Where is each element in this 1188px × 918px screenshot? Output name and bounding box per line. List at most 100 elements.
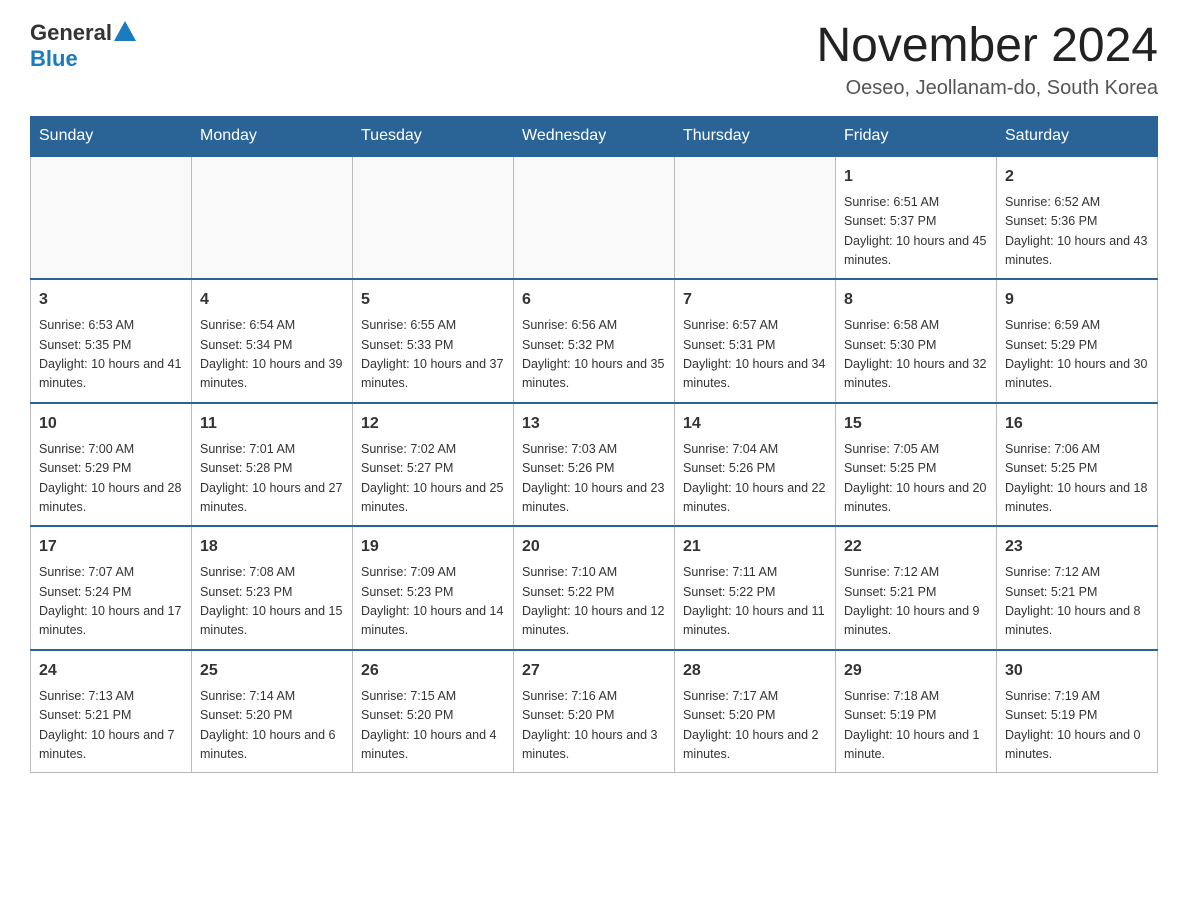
calendar-week-row: 24 Sunrise: 7:13 AMSunset: 5:21 PMDayligh… xyxy=(31,650,1158,773)
day-number: 3 xyxy=(39,288,183,312)
calendar-cell xyxy=(192,156,353,280)
calendar-cell: 12 Sunrise: 7:02 AMSunset: 5:27 PMDayligh… xyxy=(353,403,514,527)
calendar-cell: 20 Sunrise: 7:10 AMSunset: 5:22 PMDayligh… xyxy=(514,526,675,650)
weekday-header-sunday: Sunday xyxy=(31,116,192,156)
calendar-cell: 10 Sunrise: 7:00 AMSunset: 5:29 PMDayligh… xyxy=(31,403,192,527)
calendar-cell: 13Sunrise: 7:03 AMSunset: 5:26 PMDayligh… xyxy=(514,403,675,527)
calendar-cell: 21 Sunrise: 7:11 AMSunset: 5:22 PMDayligh… xyxy=(675,526,836,650)
day-number: 24 xyxy=(39,659,183,683)
weekday-header-monday: Monday xyxy=(192,116,353,156)
calendar-cell: 16 Sunrise: 7:06 AMSunset: 5:25 PMDayligh… xyxy=(997,403,1158,527)
calendar-cell: 5 Sunrise: 6:55 AMSunset: 5:33 PMDaylight… xyxy=(353,279,514,403)
day-info: Sunrise: 6:59 AMSunset: 5:29 PMDaylight:… xyxy=(1005,316,1149,394)
day-number: 27 xyxy=(522,659,666,683)
day-info: Sunrise: 7:18 AMSunset: 5:19 PMDaylight:… xyxy=(844,687,988,765)
day-number: 7 xyxy=(683,288,827,312)
day-number: 17 xyxy=(39,535,183,559)
calendar-table: SundayMondayTuesdayWednesdayThursdayFrid… xyxy=(30,116,1158,774)
day-info: Sunrise: 7:07 AMSunset: 5:24 PMDaylight:… xyxy=(39,563,183,641)
day-info: Sunrise: 7:12 AMSunset: 5:21 PMDaylight:… xyxy=(1005,563,1149,641)
day-info: Sunrise: 6:54 AMSunset: 5:34 PMDaylight:… xyxy=(200,316,344,394)
day-info: Sunrise: 7:00 AMSunset: 5:29 PMDaylight:… xyxy=(39,440,183,518)
weekday-header-friday: Friday xyxy=(836,116,997,156)
logo-general-text: General xyxy=(30,20,112,46)
day-number: 20 xyxy=(522,535,666,559)
day-number: 29 xyxy=(844,659,988,683)
day-number: 14 xyxy=(683,412,827,436)
weekday-header-thursday: Thursday xyxy=(675,116,836,156)
calendar-cell: 8 Sunrise: 6:58 AMSunset: 5:30 PMDaylight… xyxy=(836,279,997,403)
calendar-cell: 28Sunrise: 7:17 AMSunset: 5:20 PMDayligh… xyxy=(675,650,836,773)
day-number: 22 xyxy=(844,535,988,559)
day-number: 15 xyxy=(844,412,988,436)
logo: General Blue xyxy=(30,20,136,72)
calendar-week-row: 17 Sunrise: 7:07 AMSunset: 5:24 PMDayligh… xyxy=(31,526,1158,650)
day-number: 2 xyxy=(1005,165,1149,189)
calendar-week-row: 3 Sunrise: 6:53 AMSunset: 5:35 PMDaylight… xyxy=(31,279,1158,403)
day-info: Sunrise: 6:58 AMSunset: 5:30 PMDaylight:… xyxy=(844,316,988,394)
calendar-cell: 14 Sunrise: 7:04 AMSunset: 5:26 PMDayligh… xyxy=(675,403,836,527)
day-number: 4 xyxy=(200,288,344,312)
day-number: 26 xyxy=(361,659,505,683)
day-info: Sunrise: 7:19 AMSunset: 5:19 PMDaylight:… xyxy=(1005,687,1149,765)
calendar-cell: 18 Sunrise: 7:08 AMSunset: 5:23 PMDayligh… xyxy=(192,526,353,650)
calendar-cell: 27 Sunrise: 7:16 AMSunset: 5:20 PMDayligh… xyxy=(514,650,675,773)
calendar-cell: 7 Sunrise: 6:57 AMSunset: 5:31 PMDaylight… xyxy=(675,279,836,403)
day-info: Sunrise: 7:15 AMSunset: 5:20 PMDaylight:… xyxy=(361,687,505,765)
day-info: Sunrise: 6:51 AMSunset: 5:37 PMDaylight:… xyxy=(844,193,988,271)
day-number: 10 xyxy=(39,412,183,436)
calendar-cell xyxy=(353,156,514,280)
calendar-cell: 11 Sunrise: 7:01 AMSunset: 5:28 PMDayligh… xyxy=(192,403,353,527)
day-number: 11 xyxy=(200,412,344,436)
day-number: 21 xyxy=(683,535,827,559)
day-info: Sunrise: 7:14 AMSunset: 5:20 PMDaylight:… xyxy=(200,687,344,765)
day-number: 16 xyxy=(1005,412,1149,436)
day-info: Sunrise: 7:01 AMSunset: 5:28 PMDaylight:… xyxy=(200,440,344,518)
day-info: Sunrise: 7:16 AMSunset: 5:20 PMDaylight:… xyxy=(522,687,666,765)
calendar-cell: 19 Sunrise: 7:09 AMSunset: 5:23 PMDayligh… xyxy=(353,526,514,650)
day-info: Sunrise: 7:08 AMSunset: 5:23 PMDaylight:… xyxy=(200,563,344,641)
day-info: Sunrise: 7:11 AMSunset: 5:22 PMDaylight:… xyxy=(683,563,827,641)
day-info: Sunrise: 6:53 AMSunset: 5:35 PMDaylight:… xyxy=(39,316,183,394)
month-title: November 2024 xyxy=(816,20,1158,73)
calendar-week-row: 1 Sunrise: 6:51 AMSunset: 5:37 PMDaylight… xyxy=(31,156,1158,280)
page-header: General Blue November 2024 Oeseo, Jeolla… xyxy=(30,20,1158,100)
day-info: Sunrise: 7:13 AMSunset: 5:21 PMDaylight:… xyxy=(39,687,183,765)
day-number: 19 xyxy=(361,535,505,559)
calendar-cell xyxy=(675,156,836,280)
day-number: 12 xyxy=(361,412,505,436)
day-number: 30 xyxy=(1005,659,1149,683)
weekday-header-tuesday: Tuesday xyxy=(353,116,514,156)
day-info: Sunrise: 7:02 AMSunset: 5:27 PMDaylight:… xyxy=(361,440,505,518)
day-number: 25 xyxy=(200,659,344,683)
calendar-cell xyxy=(31,156,192,280)
calendar-cell: 26 Sunrise: 7:15 AMSunset: 5:20 PMDayligh… xyxy=(353,650,514,773)
day-info: Sunrise: 7:05 AMSunset: 5:25 PMDaylight:… xyxy=(844,440,988,518)
calendar-cell: 9Sunrise: 6:59 AMSunset: 5:29 PMDaylight… xyxy=(997,279,1158,403)
calendar-cell: 17 Sunrise: 7:07 AMSunset: 5:24 PMDayligh… xyxy=(31,526,192,650)
calendar-cell: 4 Sunrise: 6:54 AMSunset: 5:34 PMDaylight… xyxy=(192,279,353,403)
day-info: Sunrise: 6:55 AMSunset: 5:33 PMDaylight:… xyxy=(361,316,505,394)
calendar-cell: 22 Sunrise: 7:12 AMSunset: 5:21 PMDayligh… xyxy=(836,526,997,650)
calendar-cell: 29 Sunrise: 7:18 AMSunset: 5:19 PMDayligh… xyxy=(836,650,997,773)
calendar-week-row: 10 Sunrise: 7:00 AMSunset: 5:29 PMDayligh… xyxy=(31,403,1158,527)
calendar-cell: 24 Sunrise: 7:13 AMSunset: 5:21 PMDayligh… xyxy=(31,650,192,773)
day-info: Sunrise: 7:06 AMSunset: 5:25 PMDaylight:… xyxy=(1005,440,1149,518)
day-info: Sunrise: 7:10 AMSunset: 5:22 PMDaylight:… xyxy=(522,563,666,641)
day-number: 18 xyxy=(200,535,344,559)
day-number: 1 xyxy=(844,165,988,189)
day-info: Sunrise: 6:52 AMSunset: 5:36 PMDaylight:… xyxy=(1005,193,1149,271)
day-info: Sunrise: 7:03 AMSunset: 5:26 PMDaylight:… xyxy=(522,440,666,518)
weekday-header-row: SundayMondayTuesdayWednesdayThursdayFrid… xyxy=(31,116,1158,156)
day-info: Sunrise: 7:09 AMSunset: 5:23 PMDaylight:… xyxy=(361,563,505,641)
day-info: Sunrise: 7:04 AMSunset: 5:26 PMDaylight:… xyxy=(683,440,827,518)
calendar-cell: 15 Sunrise: 7:05 AMSunset: 5:25 PMDayligh… xyxy=(836,403,997,527)
day-info: Sunrise: 6:56 AMSunset: 5:32 PMDaylight:… xyxy=(522,316,666,394)
day-info: Sunrise: 6:57 AMSunset: 5:31 PMDaylight:… xyxy=(683,316,827,394)
calendar-cell: 23Sunrise: 7:12 AMSunset: 5:21 PMDayligh… xyxy=(997,526,1158,650)
title-block: November 2024 Oeseo, Jeollanam-do, South… xyxy=(816,20,1158,100)
day-number: 8 xyxy=(844,288,988,312)
day-number: 28 xyxy=(683,659,827,683)
day-info: Sunrise: 7:12 AMSunset: 5:21 PMDaylight:… xyxy=(844,563,988,641)
day-number: 5 xyxy=(361,288,505,312)
